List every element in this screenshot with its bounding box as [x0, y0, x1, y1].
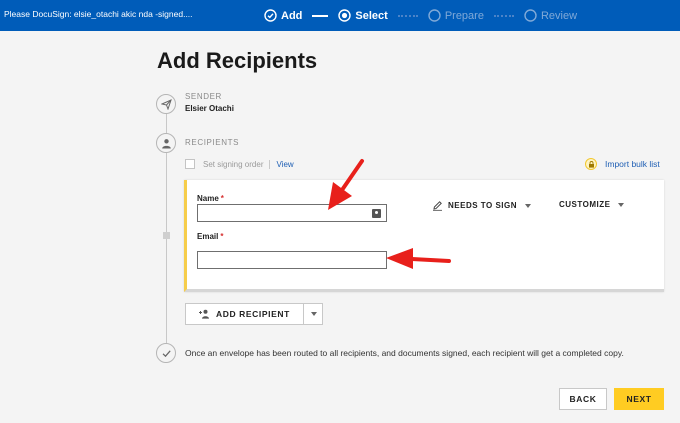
signing-order-checkbox[interactable]	[185, 159, 195, 169]
step-separator	[312, 14, 329, 17]
needs-to-sign-dropdown[interactable]: NEEDS TO SIGN	[432, 200, 532, 211]
person-icon	[161, 138, 171, 148]
recipient-card: Name * Email * NEEDS TO SIGN CUSTOMIZE	[184, 180, 664, 292]
email-input[interactable]	[197, 251, 387, 269]
sender-section-label: SENDER	[185, 92, 222, 101]
name-label-text: Name	[197, 194, 219, 203]
needs-to-sign-label: NEEDS TO SIGN	[448, 201, 518, 210]
import-bulk-list-label: Import bulk list	[605, 159, 660, 169]
chevron-down-icon	[618, 202, 625, 207]
signing-order-label: Set signing order	[203, 159, 264, 169]
name-field-label: Name *	[197, 194, 224, 203]
step-select-label: Select	[355, 9, 388, 22]
step-separator	[493, 14, 514, 17]
customize-label: CUSTOMIZE	[559, 200, 611, 209]
chevron-down-icon	[525, 203, 532, 208]
complete-step-circle	[156, 343, 176, 363]
sender-step-circle	[156, 94, 176, 114]
step-separator	[397, 14, 418, 17]
email-label-text: Email	[197, 232, 219, 241]
step-add[interactable]: Add	[264, 9, 302, 22]
step-select[interactable]: Select	[338, 9, 388, 22]
step-review-label: Review	[540, 9, 578, 22]
customize-dropdown[interactable]: CUSTOMIZE	[559, 200, 625, 209]
completion-note: Once an envelope has been routed to all …	[185, 348, 624, 358]
back-button[interactable]: BACK	[559, 388, 607, 410]
required-marker: *	[220, 194, 224, 203]
step-prepare[interactable]: Prepare	[428, 9, 484, 22]
sender-name: Elsier Otachi	[185, 104, 234, 113]
signing-order-row: Set signing order View	[185, 159, 294, 169]
chevron-down-icon	[311, 312, 318, 316]
check-icon	[162, 349, 171, 357]
check-circle-icon	[264, 9, 277, 22]
add-recipient-group: ADD RECIPIENT	[185, 303, 323, 325]
pen-icon	[433, 201, 442, 211]
step-prepare-label: Prepare	[444, 9, 484, 22]
recipients-section-label: RECIPIENTS	[185, 138, 240, 147]
step-add-label: Add	[281, 9, 303, 22]
radio-current-icon	[338, 9, 352, 22]
add-person-icon	[199, 309, 209, 319]
progress-steps: Add Select Prepare Review	[264, 0, 577, 31]
view-link[interactable]: View	[269, 159, 294, 169]
send-icon	[160, 98, 172, 110]
import-bulk-list-link[interactable]: Import bulk list	[585, 158, 660, 170]
add-recipient-label: ADD RECIPIENT	[216, 309, 290, 319]
red-arrow	[386, 248, 451, 269]
radio-empty-icon	[524, 9, 537, 22]
email-field-label: Email *	[197, 232, 223, 241]
add-recipient-button[interactable]: ADD RECIPIENT	[186, 304, 304, 324]
radio-empty-icon	[428, 9, 441, 22]
recipients-step-circle	[156, 133, 176, 153]
step-review[interactable]: Review	[524, 9, 577, 22]
contact-card-icon[interactable]	[372, 209, 381, 218]
next-button[interactable]: NEXT	[614, 388, 664, 410]
document-title: Please DocuSign: elsie_otachi akic nda -…	[4, 9, 193, 19]
lock-icon	[585, 158, 597, 170]
top-bar: Please DocuSign: elsie_otachi akic nda -…	[0, 0, 680, 31]
required-marker: *	[220, 232, 224, 241]
timeline-marker	[163, 232, 170, 239]
red-arrow	[328, 159, 364, 210]
page-title: Add Recipients	[157, 48, 318, 73]
add-recipient-menu-button[interactable]	[304, 304, 322, 324]
